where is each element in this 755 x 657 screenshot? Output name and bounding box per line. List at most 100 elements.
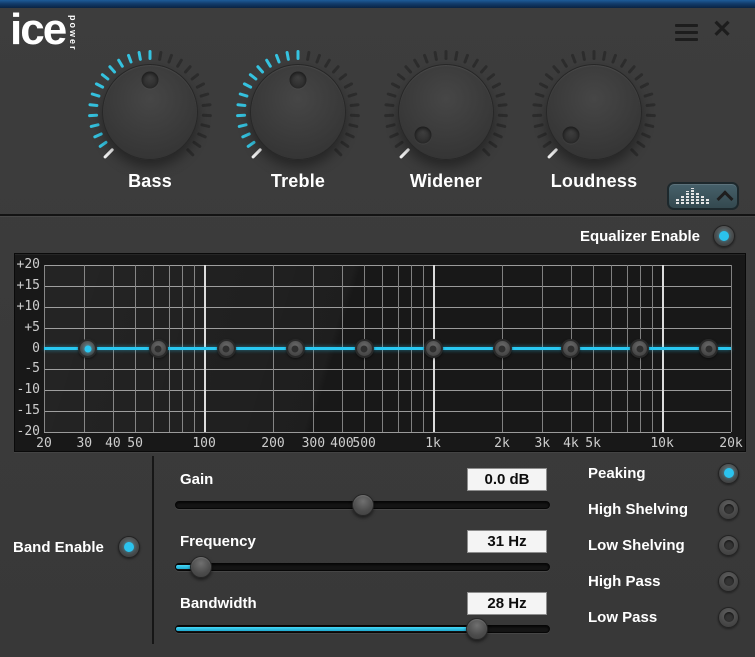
frequency-value-field[interactable]: 31 Hz xyxy=(467,530,547,553)
eq-band-dot-core xyxy=(360,345,368,352)
filter-type-label: Low Pass xyxy=(588,608,658,626)
x-axis-tick-label: 100 xyxy=(192,436,216,451)
eq-bar xyxy=(675,198,679,204)
x-axis-tick-label: 10k xyxy=(650,436,674,451)
close-icon[interactable]: ✕ xyxy=(712,16,732,45)
window-top-accent-strip xyxy=(0,0,755,8)
eq-band-dot-core xyxy=(705,345,713,352)
knob-face[interactable] xyxy=(546,64,642,160)
knob-tick xyxy=(496,122,507,129)
filter-type-label: High Pass xyxy=(588,572,661,590)
frequency-slider[interactable] xyxy=(175,556,550,578)
knob-tick xyxy=(396,72,406,82)
knob-tick xyxy=(487,140,498,149)
knob-tick xyxy=(92,131,104,139)
knob-tick xyxy=(497,103,508,108)
eq-band-dot[interactable] xyxy=(148,339,168,358)
bandwidth-value-field[interactable]: 28 Hz xyxy=(467,592,547,615)
knob-tick xyxy=(236,103,247,108)
gain-label: Gain xyxy=(180,471,214,488)
filter-type-label: Peaking xyxy=(588,464,646,482)
filter-type-low-shelving[interactable]: Low Shelving xyxy=(588,527,739,563)
knob-tick xyxy=(199,92,210,98)
hamburger-menu-icon[interactable] xyxy=(675,24,698,41)
widener-knob[interactable] xyxy=(380,46,512,178)
knob-tick xyxy=(240,131,252,139)
bandwidth-slider-thumb[interactable] xyxy=(466,618,489,640)
y-axis-tick-label: -5 xyxy=(24,361,40,377)
filter-type-high-shelving[interactable]: High Shelving xyxy=(588,491,739,527)
knob-tick xyxy=(384,103,395,108)
knob-tick xyxy=(384,113,395,118)
icepower-logo: ice power xyxy=(10,8,78,52)
knob-tick xyxy=(479,64,489,75)
loudness-knob[interactable] xyxy=(528,46,660,178)
filter-type-radio[interactable] xyxy=(718,534,739,556)
knob-tick xyxy=(629,147,639,157)
knob-tick xyxy=(201,103,212,108)
eq-band-dot[interactable] xyxy=(630,339,650,358)
knob-tick xyxy=(183,64,193,75)
filter-type-low-pass[interactable]: Low Pass xyxy=(588,599,739,635)
knob-tick xyxy=(191,140,202,149)
bass-knob[interactable] xyxy=(84,46,216,178)
filter-type-radio[interactable] xyxy=(718,606,739,628)
y-axis-tick-label: 0 xyxy=(32,340,40,356)
knob-tick xyxy=(560,58,569,69)
knob-tick xyxy=(344,131,356,139)
knob-indicator-dot xyxy=(414,126,432,144)
knob-tick xyxy=(611,53,618,64)
x-axis-tick-label: 20 xyxy=(36,436,52,451)
gain-value-field[interactable]: 0.0 dB xyxy=(467,468,547,491)
knob-tick xyxy=(195,81,206,90)
filter-type-high-pass[interactable]: High Pass xyxy=(588,563,739,599)
knob-tick xyxy=(544,72,554,82)
treble-knob[interactable] xyxy=(232,46,364,178)
knob-tick xyxy=(645,103,656,108)
knob-face[interactable] xyxy=(398,64,494,160)
knob-indicator-dot xyxy=(141,71,159,89)
gain-slider[interactable] xyxy=(175,494,550,516)
eq-band-dot[interactable] xyxy=(561,339,581,358)
eq-band-dot-core xyxy=(429,345,437,352)
equalizer-panel-toggle-button[interactable] xyxy=(667,182,739,210)
knob-tick xyxy=(532,113,543,118)
filter-type-radio[interactable] xyxy=(718,462,739,484)
eq-band-dot-core xyxy=(567,345,575,352)
knob-tick xyxy=(190,72,200,82)
eq-band-dot[interactable] xyxy=(492,339,512,358)
knob-tick xyxy=(386,92,397,98)
knob-tick xyxy=(148,50,152,60)
gain-slider-thumb[interactable] xyxy=(351,494,374,516)
knob-tick xyxy=(348,122,359,129)
filter-type-list: Peaking High Shelving Low Shelving High Pas… xyxy=(588,455,739,635)
knob-tick xyxy=(532,103,543,108)
eq-band-dot[interactable] xyxy=(423,339,443,358)
knob-tick xyxy=(481,147,491,157)
filter-type-radio[interactable] xyxy=(718,498,739,520)
eq-band-dot[interactable] xyxy=(216,339,236,358)
eq-band-dot-core xyxy=(222,345,230,352)
knob-tick xyxy=(89,122,100,129)
eq-band-dot[interactable] xyxy=(285,339,305,358)
eq-band-dot[interactable] xyxy=(78,339,98,358)
knob-tick xyxy=(497,113,508,118)
knob-indicator-dot xyxy=(562,126,580,144)
frequency-label: Frequency xyxy=(180,533,256,550)
x-axis-tick-label: 3k xyxy=(534,436,551,451)
eq-response-line xyxy=(44,347,731,350)
bandwidth-slider[interactable] xyxy=(175,618,550,640)
y-axis-tick-label: +5 xyxy=(24,319,40,335)
section-divider xyxy=(0,214,755,217)
filter-type-radio[interactable] xyxy=(718,570,739,592)
filter-type-peaking[interactable]: Peaking xyxy=(588,455,739,491)
eq-band-dot[interactable] xyxy=(354,339,374,358)
eq-band-dot[interactable] xyxy=(699,339,719,358)
knob-tick xyxy=(534,92,545,98)
knob-tick xyxy=(137,50,143,62)
equalizer-enable-radio[interactable] xyxy=(713,225,735,247)
band-enable-radio[interactable] xyxy=(117,536,140,558)
knob-tick xyxy=(305,50,311,62)
knob-tick xyxy=(643,92,654,98)
frequency-slider-thumb[interactable] xyxy=(189,556,212,578)
